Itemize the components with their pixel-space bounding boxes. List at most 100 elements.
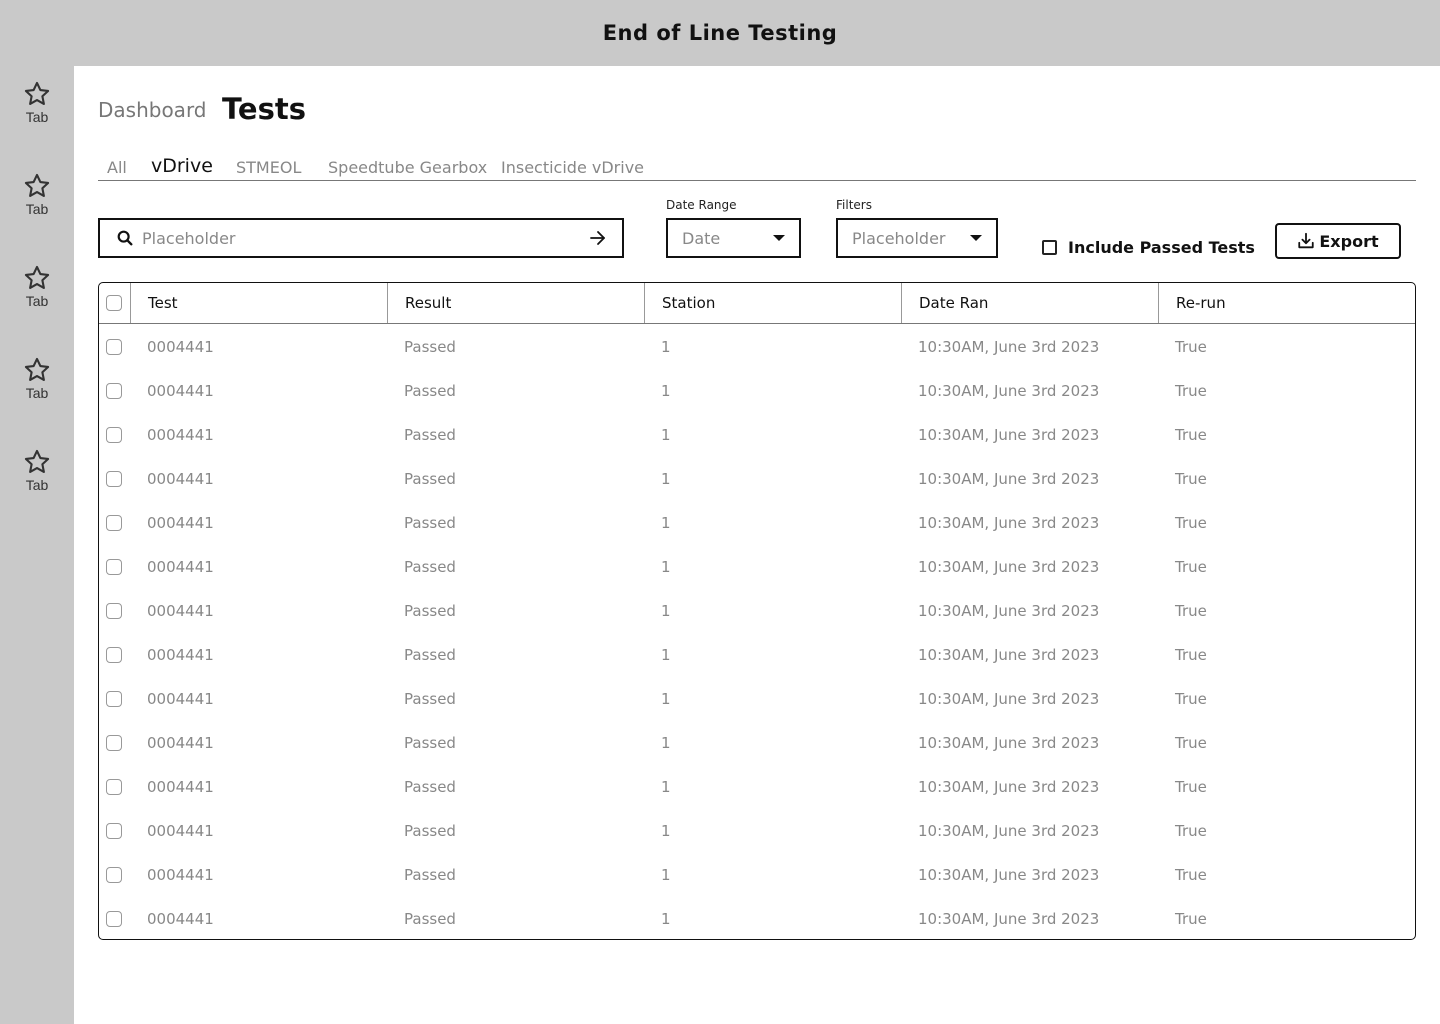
sidebar-item-label: Tab xyxy=(25,293,49,309)
cell-date-ran: 10:30AM, June 3rd 2023 xyxy=(918,470,1100,488)
row-checkbox[interactable] xyxy=(106,383,122,399)
row-checkbox[interactable] xyxy=(106,911,122,927)
sidebar-item-tab-1[interactable]: Tab xyxy=(0,80,74,140)
sidebar-item-label: Tab xyxy=(25,385,49,401)
cell-result: Passed xyxy=(404,734,456,752)
select-all-checkbox[interactable] xyxy=(106,295,122,311)
row-checkbox[interactable] xyxy=(106,691,122,707)
column-header-test[interactable]: Test xyxy=(131,283,388,323)
cell-rerun: True xyxy=(1175,382,1207,400)
table-row[interactable]: 0004441 Passed 1 10:30AM, June 3rd 2023 True xyxy=(99,677,1415,721)
date-range-value: Date xyxy=(682,228,721,248)
checkbox[interactable] xyxy=(1042,240,1057,255)
cell-rerun: True xyxy=(1175,514,1207,532)
sidebar-item-tab-2[interactable]: Tab xyxy=(0,172,74,232)
table-row[interactable]: 0004441 Passed 1 10:30AM, June 3rd 2023 True xyxy=(99,589,1415,633)
cell-result: Passed xyxy=(404,822,456,840)
cell-result: Passed xyxy=(404,470,456,488)
sidebar-item-tab-4[interactable]: Tab xyxy=(0,356,74,416)
star-icon xyxy=(24,173,50,197)
table-header: Test Result Station Date Ran Re-run xyxy=(99,283,1415,324)
table-row[interactable]: 0004441 Passed 1 10:30AM, June 3rd 2023 True xyxy=(99,325,1415,369)
filters-value: Placeholder xyxy=(852,228,946,248)
cell-test: 0004441 xyxy=(147,910,214,928)
cell-date-ran: 10:30AM, June 3rd 2023 xyxy=(918,646,1100,664)
cell-station: 1 xyxy=(661,822,671,840)
cell-rerun: True xyxy=(1175,426,1207,444)
row-checkbox[interactable] xyxy=(106,823,122,839)
table-row[interactable]: 0004441 Passed 1 10:30AM, June 3rd 2023 True xyxy=(99,765,1415,809)
search-icon xyxy=(117,230,133,246)
include-passed-tests-checkbox[interactable]: Include Passed Tests xyxy=(1042,238,1255,257)
cell-test: 0004441 xyxy=(147,646,214,664)
cell-station: 1 xyxy=(661,646,671,664)
cell-result: Passed xyxy=(404,558,456,576)
arrow-right-icon[interactable] xyxy=(588,228,608,248)
tests-table: Test Result Station Date Ran Re-run 0004… xyxy=(98,282,1416,940)
table-row[interactable]: 0004441 Passed 1 10:30AM, June 3rd 2023 True xyxy=(99,501,1415,545)
row-checkbox[interactable] xyxy=(106,559,122,575)
sidebar-item-tab-3[interactable]: Tab xyxy=(0,264,74,324)
cell-date-ran: 10:30AM, June 3rd 2023 xyxy=(918,602,1100,620)
row-checkbox[interactable] xyxy=(106,735,122,751)
include-passed-tests-label: Include Passed Tests xyxy=(1068,238,1255,257)
export-button[interactable]: Export xyxy=(1275,223,1401,259)
cell-station: 1 xyxy=(661,866,671,884)
row-checkbox[interactable] xyxy=(106,603,122,619)
cell-test: 0004441 xyxy=(147,382,214,400)
tab-all[interactable]: All xyxy=(107,158,127,177)
cell-test: 0004441 xyxy=(147,558,214,576)
date-range-select[interactable]: Date xyxy=(666,218,801,258)
row-checkbox[interactable] xyxy=(106,515,122,531)
table-row[interactable]: 0004441 Passed 1 10:30AM, June 3rd 2023 True xyxy=(99,545,1415,589)
table-row[interactable]: 0004441 Passed 1 10:30AM, June 3rd 2023 True xyxy=(99,633,1415,677)
row-checkbox[interactable] xyxy=(106,427,122,443)
select-all-cell xyxy=(99,283,131,323)
cell-result: Passed xyxy=(404,646,456,664)
cell-station: 1 xyxy=(661,426,671,444)
filters-label: Filters xyxy=(836,198,872,212)
table-row[interactable]: 0004441 Passed 1 10:30AM, June 3rd 2023 True xyxy=(99,809,1415,853)
table-row[interactable]: 0004441 Passed 1 10:30AM, June 3rd 2023 True xyxy=(99,721,1415,765)
cell-date-ran: 10:30AM, June 3rd 2023 xyxy=(918,338,1100,356)
cell-result: Passed xyxy=(404,338,456,356)
row-checkbox[interactable] xyxy=(106,471,122,487)
table-row[interactable]: 0004441 Passed 1 10:30AM, June 3rd 2023 True xyxy=(99,457,1415,501)
row-checkbox[interactable] xyxy=(106,779,122,795)
row-checkbox[interactable] xyxy=(106,867,122,883)
column-header-result[interactable]: Result xyxy=(388,283,645,323)
cell-result: Passed xyxy=(404,910,456,928)
date-range-label: Date Range xyxy=(666,198,737,212)
table-row[interactable]: 0004441 Passed 1 10:30AM, June 3rd 2023 True xyxy=(99,897,1415,939)
column-header-date-ran[interactable]: Date Ran xyxy=(902,283,1159,323)
cell-result: Passed xyxy=(404,602,456,620)
cell-date-ran: 10:30AM, June 3rd 2023 xyxy=(918,866,1100,884)
table-row[interactable]: 0004441 Passed 1 10:30AM, June 3rd 2023 True xyxy=(99,369,1415,413)
filters-select[interactable]: Placeholder xyxy=(836,218,998,258)
breadcrumb-dashboard-link[interactable]: Dashboard xyxy=(98,98,207,122)
tab-vdrive[interactable]: vDrive xyxy=(151,155,213,177)
column-header-station[interactable]: Station xyxy=(645,283,902,323)
sidebar-item-tab-5[interactable]: Tab xyxy=(0,448,74,508)
table-row[interactable]: 0004441 Passed 1 10:30AM, June 3rd 2023 True xyxy=(99,853,1415,897)
cell-test: 0004441 xyxy=(147,602,214,620)
search-input[interactable] xyxy=(142,228,588,248)
cell-test: 0004441 xyxy=(147,690,214,708)
sidebar-item-label: Tab xyxy=(25,201,49,217)
tab-stmeol[interactable]: STMEOL xyxy=(236,158,301,177)
row-checkbox[interactable] xyxy=(106,647,122,663)
tab-speedtube-gearbox[interactable]: Speedtube Gearbox xyxy=(328,158,487,177)
column-header-rerun[interactable]: Re-run xyxy=(1159,283,1415,323)
cell-test: 0004441 xyxy=(147,822,214,840)
cell-test: 0004441 xyxy=(147,426,214,444)
table-row[interactable]: 0004441 Passed 1 10:30AM, June 3rd 2023 True xyxy=(99,413,1415,457)
cell-station: 1 xyxy=(661,690,671,708)
download-icon xyxy=(1298,232,1315,249)
cell-station: 1 xyxy=(661,778,671,796)
row-checkbox[interactable] xyxy=(106,339,122,355)
cell-rerun: True xyxy=(1175,558,1207,576)
cell-test: 0004441 xyxy=(147,470,214,488)
tab-insecticide-vdrive[interactable]: Insecticide vDrive xyxy=(501,158,644,177)
cell-result: Passed xyxy=(404,866,456,884)
app-title: End of Line Testing xyxy=(602,21,838,45)
